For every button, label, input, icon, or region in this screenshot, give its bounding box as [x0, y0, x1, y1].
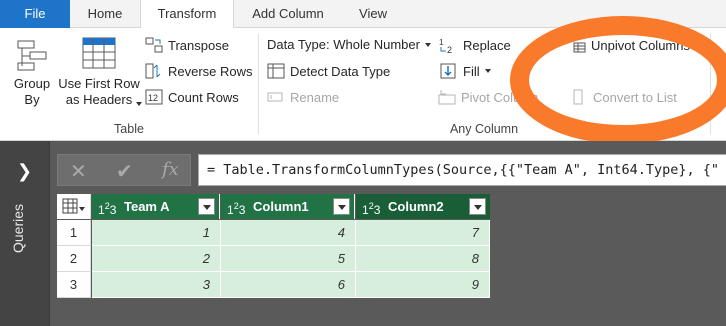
table-cell[interactable]: 3 — [92, 272, 221, 298]
table-cell[interactable]: 9 — [356, 272, 490, 298]
row-number[interactable]: 2 — [57, 246, 91, 272]
table-menu-icon — [62, 198, 85, 214]
tab-transform[interactable]: Transform — [140, 0, 234, 29]
table-cell[interactable]: 6 — [221, 272, 356, 298]
queries-label: Queries — [10, 203, 26, 253]
column-header-label: Team A — [124, 199, 170, 214]
svg-text:12: 12 — [148, 93, 158, 103]
column-filter-dropdown[interactable] — [333, 198, 350, 215]
count-rows-icon: 12 — [145, 89, 163, 105]
fill-down-icon — [440, 63, 458, 79]
transpose-label: Transpose — [168, 37, 229, 53]
whole-number-type-icon[interactable]: 123 — [98, 194, 116, 223]
group-separator — [258, 34, 259, 134]
table-header-icon — [82, 37, 116, 69]
group-by-icon — [17, 40, 47, 71]
detect-data-type-icon — [267, 63, 285, 79]
pivot-column-icon — [438, 89, 456, 105]
whole-number-type-icon[interactable]: 123 — [227, 194, 245, 223]
tab-home[interactable]: Home — [70, 0, 140, 28]
table-cell[interactable]: 5 — [221, 246, 356, 272]
queries-pane[interactable]: ❯ Queries — [0, 141, 50, 326]
chevron-down-icon — [484, 69, 491, 73]
column-filter-dropdown[interactable] — [469, 198, 486, 215]
rename-icon — [267, 89, 285, 105]
table-cell[interactable]: 1 — [92, 220, 221, 246]
formula-bar[interactable]: = Table.TransformColumnTypes(Source,{{"T… — [198, 154, 726, 186]
rename-label: Rename — [290, 89, 340, 105]
table-group-label: Table — [114, 122, 144, 136]
table-corner-menu[interactable] — [57, 194, 91, 219]
table-cell[interactable]: 4 — [221, 220, 356, 246]
reverse-rows-label: Reverse Rows — [168, 63, 253, 79]
use-first-row-button[interactable]: Use First Row as Headers — [58, 36, 140, 108]
group-by-label: Group By — [13, 76, 51, 107]
close-icon[interactable]: ✕ — [70, 159, 87, 184]
tab-view[interactable]: View — [342, 0, 404, 28]
detect-data-type-label: Detect Data Type — [290, 63, 391, 79]
ribbon: Group By Use First Row as Headers Transp… — [0, 16, 726, 144]
replace-values-label: Replace — [463, 37, 511, 53]
detect-data-type-button[interactable]: Detect Data Type — [267, 63, 390, 79]
chevron-right-icon[interactable]: ❯ — [17, 161, 32, 182]
use-first-row-dropdown-icon[interactable] — [136, 102, 142, 106]
fx-icon[interactable]: fx — [162, 159, 179, 180]
table-cell[interactable]: 2 — [92, 246, 221, 272]
reverse-rows-button[interactable]: Reverse Rows — [145, 63, 253, 79]
group-by-button[interactable]: Group By — [4, 36, 60, 108]
tab-add-column[interactable]: Add Column — [234, 0, 342, 28]
row-number[interactable]: 3 — [57, 272, 91, 298]
column-header-label: Column2 — [388, 199, 444, 214]
replace-values-icon: 12 — [438, 37, 458, 55]
column-header-label: Column1 — [253, 199, 309, 214]
count-rows-label: Count Rows — [168, 89, 239, 105]
data-type-label: Data Type: Whole Number — [267, 37, 420, 52]
formula-buttons: ✕ ✔ fx — [57, 154, 191, 186]
transpose-icon — [145, 37, 163, 53]
check-icon[interactable]: ✔ — [116, 159, 133, 184]
fill-label: Fill — [463, 63, 480, 79]
table-cell[interactable]: 8 — [356, 246, 490, 272]
use-first-row-label: Use First Row as Headers — [58, 76, 140, 107]
transpose-button[interactable]: Transpose — [145, 37, 229, 53]
column-filter-dropdown[interactable] — [198, 198, 215, 215]
data-type-dropdown[interactable]: Data Type: Whole Number — [267, 37, 431, 52]
svg-text:1: 1 — [439, 38, 444, 47]
orange-highlight-ellipse — [510, 16, 726, 144]
row-number[interactable]: 1 — [57, 220, 91, 246]
whole-number-type-icon[interactable]: 123 — [362, 194, 380, 223]
count-rows-button[interactable]: 12 Count Rows — [145, 89, 239, 105]
tab-file[interactable]: File — [0, 0, 70, 28]
chevron-down-icon — [424, 42, 431, 47]
rename-button[interactable]: Rename — [267, 89, 339, 105]
table-cell[interactable]: 7 — [356, 220, 490, 246]
column-header-team-a[interactable]: 123 Team A — [92, 194, 220, 219]
svg-text:2: 2 — [447, 45, 452, 55]
fill-button[interactable]: Fill — [440, 63, 491, 79]
column-header-column1[interactable]: 123 Column1 — [221, 194, 355, 219]
column-header-column2[interactable]: 123 Column2 — [356, 194, 490, 219]
reverse-rows-icon — [145, 63, 163, 79]
